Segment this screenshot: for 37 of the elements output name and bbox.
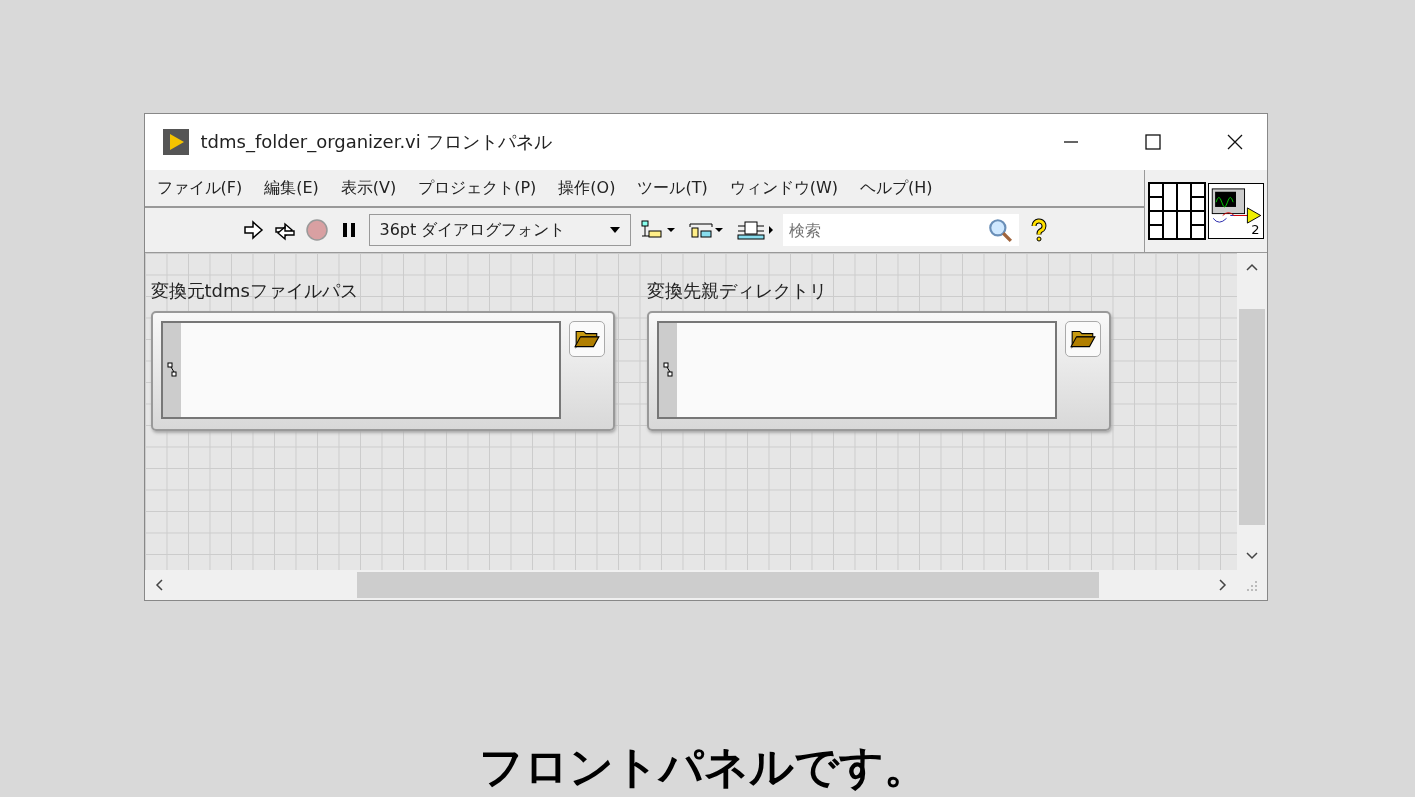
font-selector[interactable]: 36pt ダイアログフォント — [368, 214, 631, 246]
menu-item[interactable]: 編集(E) — [264, 177, 319, 199]
folder-icon — [573, 328, 600, 350]
browse-button[interactable] — [1064, 321, 1101, 357]
menu-item[interactable]: プロジェクト(P) — [418, 177, 537, 199]
scroll-thumb[interactable] — [356, 572, 1099, 598]
menu-item[interactable]: ウィンドウ(W) — [729, 177, 838, 199]
scroll-down-icon[interactable] — [1245, 552, 1258, 560]
path-field[interactable] — [160, 321, 561, 419]
path-symbol-icon — [162, 323, 181, 417]
search-field[interactable]: 検索 — [782, 214, 1019, 246]
menu-item[interactable]: ファイル(F) — [156, 177, 243, 199]
path-symbol-icon — [658, 323, 677, 417]
scroll-right-icon[interactable] — [1218, 579, 1227, 591]
folder-icon — [1069, 328, 1096, 350]
menu-item[interactable]: ツール(T) — [637, 177, 708, 199]
scroll-up-icon[interactable] — [1245, 263, 1258, 271]
slide-caption: フロントパネルです。 — [479, 740, 928, 794]
control-label: 変換先親ディレクトリ — [646, 279, 828, 303]
app-icon — [162, 129, 189, 155]
browse-button[interactable] — [568, 321, 605, 357]
window-title: tdms_folder_organizer.vi フロントパネル — [200, 130, 553, 154]
menu-item[interactable]: 操作(O) — [558, 177, 616, 199]
control-label: 変換元tdmsファイルパス — [150, 279, 359, 303]
search-icon[interactable] — [986, 217, 1013, 243]
scroll-left-icon[interactable] — [154, 579, 163, 591]
resize-grip-icon[interactable] — [1245, 580, 1258, 592]
resize-objects-icon[interactable] — [734, 218, 775, 242]
caret-icon — [609, 227, 620, 233]
vertical-scrollbar[interactable] — [1236, 253, 1267, 570]
menu-item[interactable]: ヘルプ(H) — [860, 177, 933, 199]
menu-item[interactable]: 表示(V) — [340, 177, 397, 199]
connector-pane-icon — [1147, 182, 1206, 240]
path-field[interactable] — [656, 321, 1057, 419]
maximize-icon[interactable] — [1142, 132, 1163, 152]
terminal-count: 2 — [1251, 222, 1260, 237]
scroll-thumb[interactable] — [1238, 309, 1265, 525]
